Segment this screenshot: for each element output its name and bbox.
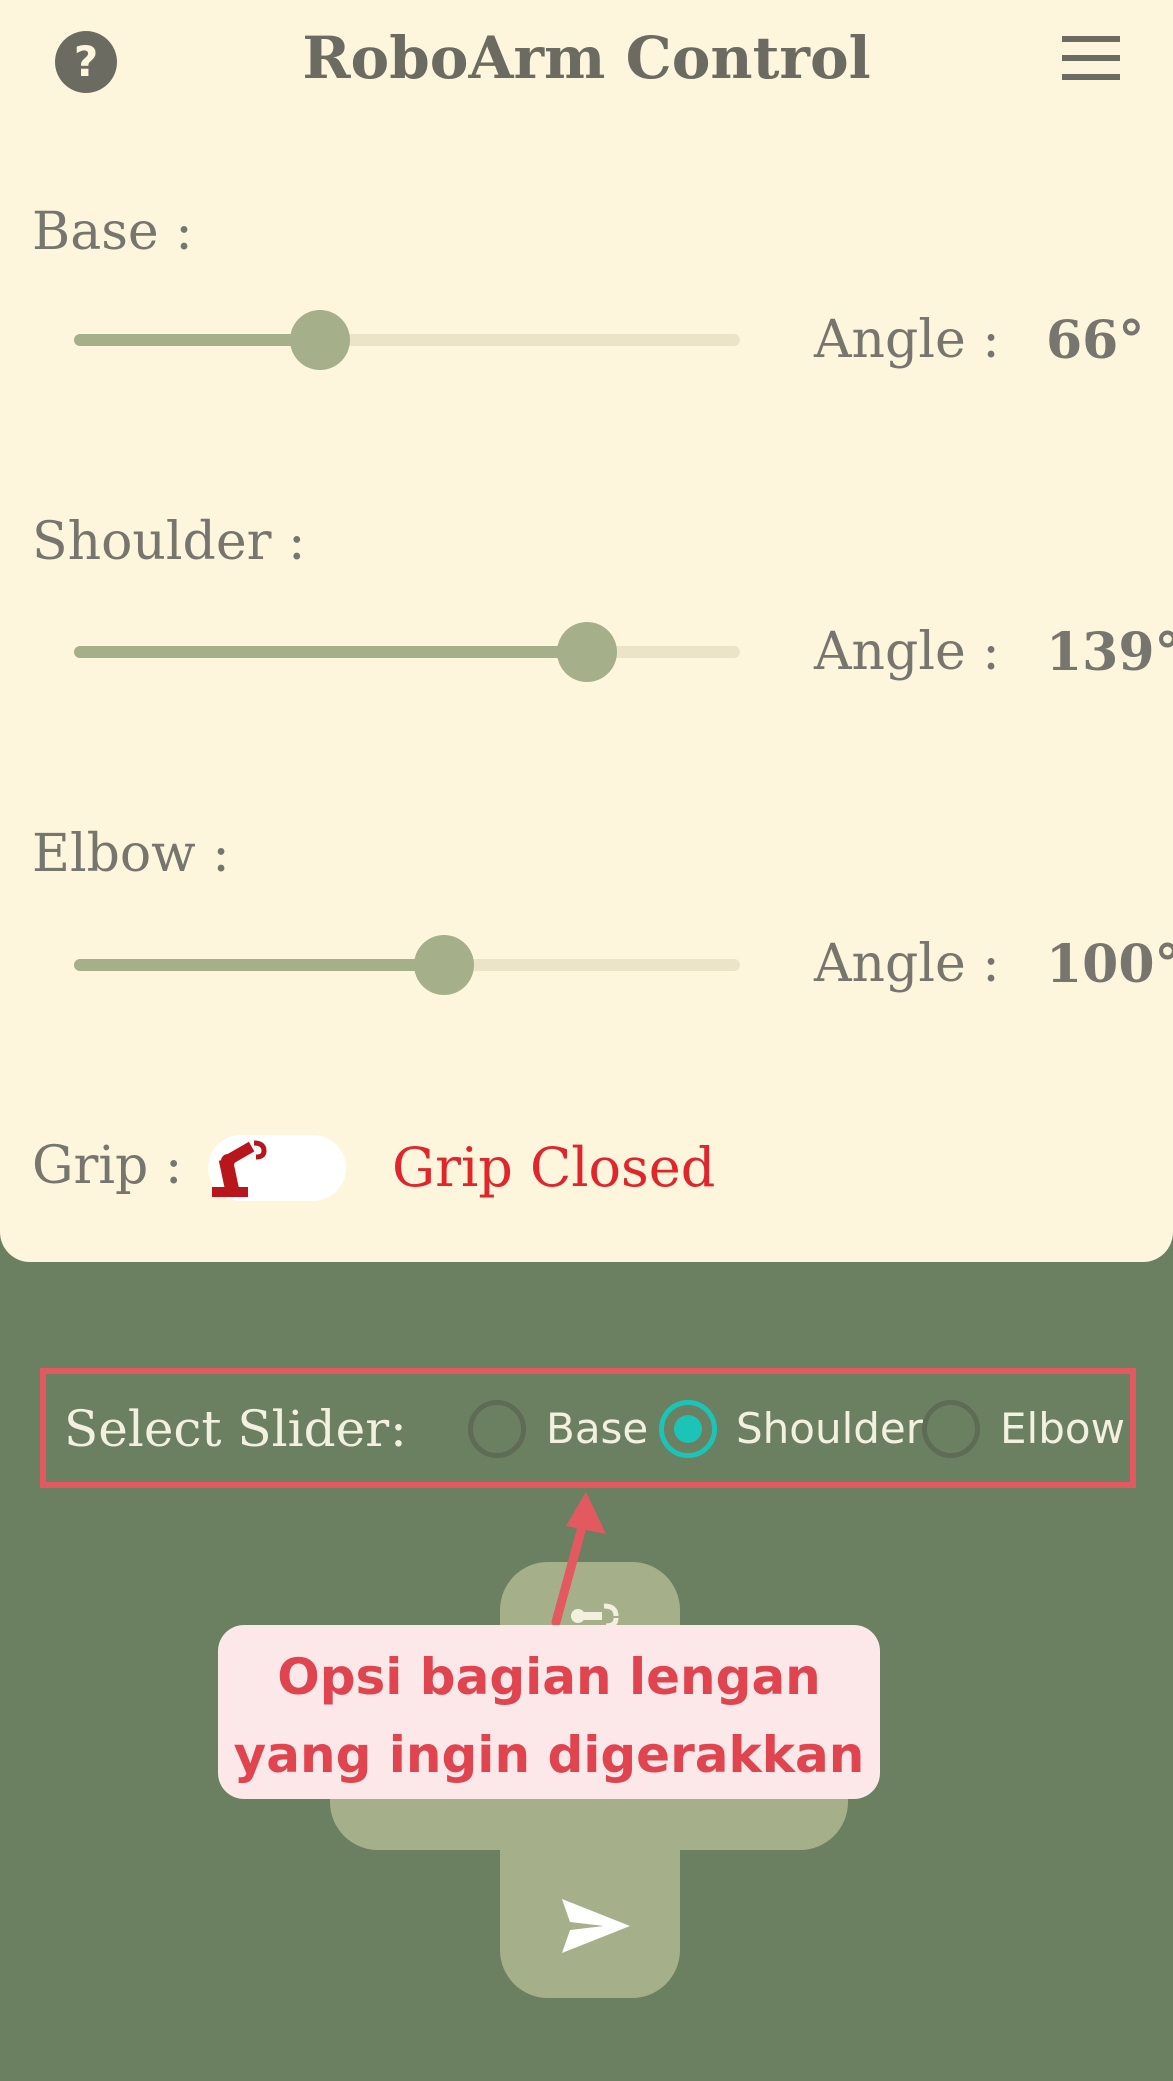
grip-toggle[interactable] [208,1135,346,1201]
base-slider[interactable] [74,310,740,370]
app-title: RoboArm Control [302,24,871,92]
base-angle-label: Angle : [814,310,1000,370]
radio-elbow[interactable] [922,1400,980,1458]
base-angle-value: 66° [1046,310,1145,371]
elbow-slider[interactable] [74,935,740,995]
elbow-angle-value: 100° [1046,934,1173,995]
shoulder-slider-thumb[interactable] [556,622,617,682]
elbow-slider-label: Elbow : [32,824,230,884]
elbow-angle-label: Angle : [814,934,1000,994]
radio-base[interactable] [468,1400,526,1458]
radio-elbow-label[interactable]: Elbow [1000,1404,1125,1453]
select-slider-colon: : [390,1400,407,1458]
base-slider-label: Base : [32,202,193,262]
shoulder-slider-label: Shoulder : [32,512,306,572]
shoulder-slider-fill [74,646,587,658]
radio-shoulder[interactable] [659,1400,717,1458]
radio-shoulder-label[interactable]: Shoulder [736,1404,923,1453]
hamburger-menu-icon[interactable] [1062,36,1120,80]
grip-label: Grip : [32,1136,183,1196]
elbow-slider-fill [74,959,444,971]
elbow-slider-thumb[interactable] [413,935,474,995]
base-slider-thumb[interactable] [290,310,351,370]
select-slider-label: Select Slider [64,1400,390,1458]
shoulder-angle-value: 139° [1046,622,1173,683]
grip-status: Grip Closed [392,1136,716,1199]
shoulder-angle-label: Angle : [814,622,1000,682]
shoulder-slider[interactable] [74,622,740,682]
radio-base-label[interactable]: Base [546,1404,648,1453]
robot-arm-icon [212,1140,267,1197]
send-icon[interactable] [560,1895,632,1957]
annotation-text: Opsi bagian lengan yang ingin digerakkan [233,1648,865,1784]
base-slider-fill [74,334,321,346]
